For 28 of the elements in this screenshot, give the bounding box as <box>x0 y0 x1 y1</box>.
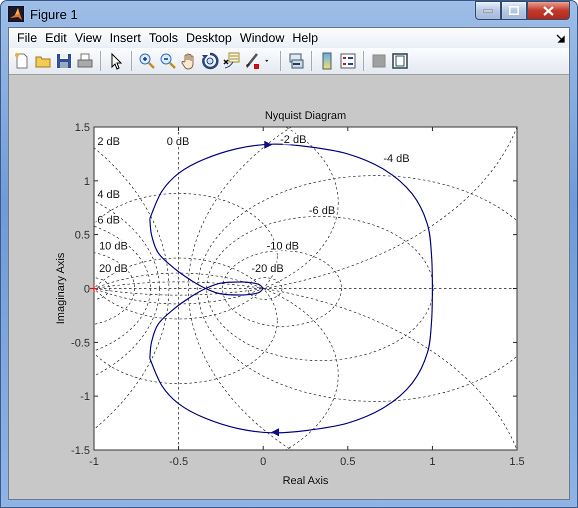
grid-label: -4 dB <box>383 153 410 166</box>
tick-label: 1.5 <box>509 456 525 468</box>
tick-label: 0 <box>260 456 266 468</box>
grid-label: 2 dB <box>97 136 120 148</box>
tick-label: 0.5 <box>74 230 90 242</box>
tick-label: -0.5 <box>71 337 90 350</box>
tick-label: -0.5 <box>169 456 188 468</box>
tick-label: -1.5 <box>71 445 90 457</box>
tick-label: 1 <box>429 456 436 468</box>
grid-label: -6 dB <box>308 204 336 217</box>
x-axis-label: Real Axis <box>282 475 328 487</box>
grid-label: -20 dB <box>251 263 284 276</box>
grid-label: 10 dB <box>99 240 128 252</box>
grid-label: 0 dB <box>166 136 190 148</box>
grid-label: 6 dB <box>97 214 120 227</box>
chart-title: Nyquist Diagram <box>264 110 346 122</box>
window-title: Figure 1 <box>30 6 79 22</box>
tick-label: 1.5 <box>74 122 90 134</box>
grid-label: 20 dB <box>99 263 128 276</box>
y-axis-label: Imaginary Axis <box>55 252 67 324</box>
grid-label: -2 dB <box>280 134 306 146</box>
tick-label: -1 <box>89 456 99 468</box>
tick-label: 0 <box>84 284 90 296</box>
grid-label: -10 dB <box>266 240 299 252</box>
tick-label: 1 <box>84 176 90 188</box>
tick-label: -1 <box>80 391 90 404</box>
grid-label: 4 dB <box>97 188 120 201</box>
tick-label: 0.5 <box>340 456 356 468</box>
